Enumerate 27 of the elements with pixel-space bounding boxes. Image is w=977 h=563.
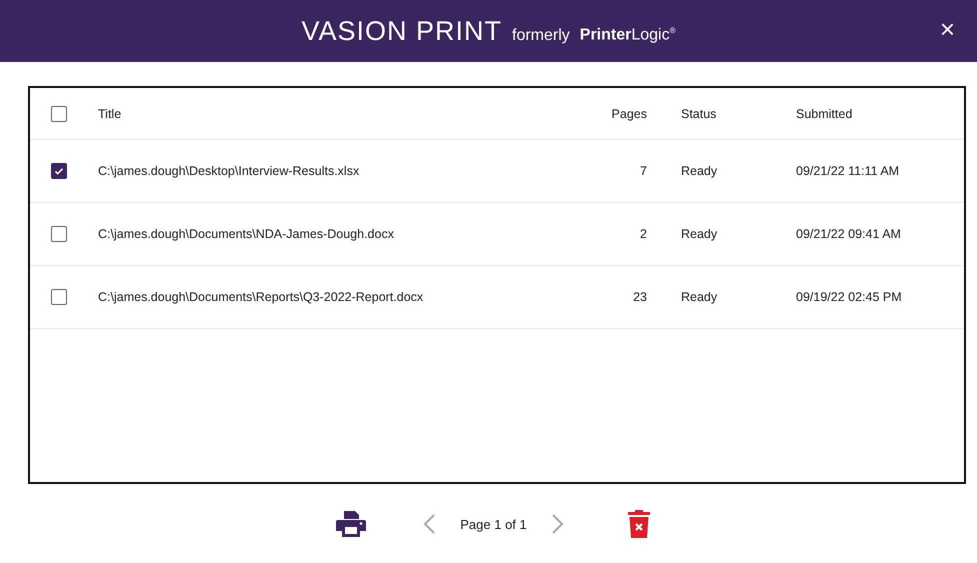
column-header[interactable]: Status <box>649 106 764 120</box>
submitted-time: 09/21/22 09:41 AM <box>795 227 902 241</box>
checkbox[interactable] <box>51 226 67 242</box>
column-header[interactable]: Pages <box>579 106 649 120</box>
job-status: Ready <box>680 227 718 241</box>
page-indicator: Page 1 of 1 <box>460 516 527 532</box>
checkbox[interactable] <box>51 289 67 305</box>
job-status: Ready <box>680 290 718 304</box>
checkbox[interactable] <box>51 106 67 122</box>
submitted-time: 09/21/22 11:11 AM <box>795 164 900 178</box>
submitted-time: 09/19/22 02:45 PM <box>795 290 903 304</box>
file-path: C:\james.dough\Documents\Reports\Q3-2022-Report.docx <box>97 290 424 304</box>
checkbox[interactable] <box>51 163 67 179</box>
print-button[interactable] <box>336 510 366 538</box>
close-button[interactable]: × <box>940 16 955 42</box>
column-header[interactable]: Title <box>86 106 579 120</box>
brand-logo: VASION PRINT <box>301 16 502 46</box>
file-path: C:\james.dough\Documents\NDA-James-Dough.docx <box>97 227 395 241</box>
job-status: Ready <box>680 164 718 178</box>
column-header[interactable]: Submitted <box>764 106 964 120</box>
delete-button[interactable] <box>626 509 651 539</box>
page-count: 7 <box>639 164 648 178</box>
file-path: C:\james.dough\Desktop\Interview-Results.xlsx <box>97 164 360 178</box>
former-brand-name: PrinterLogic$^{®}$ <box>580 26 676 44</box>
page-count: 2 <box>639 227 648 241</box>
page-count: 23 <box>632 290 648 304</box>
logo-tagline: formerly <box>512 26 570 44</box>
